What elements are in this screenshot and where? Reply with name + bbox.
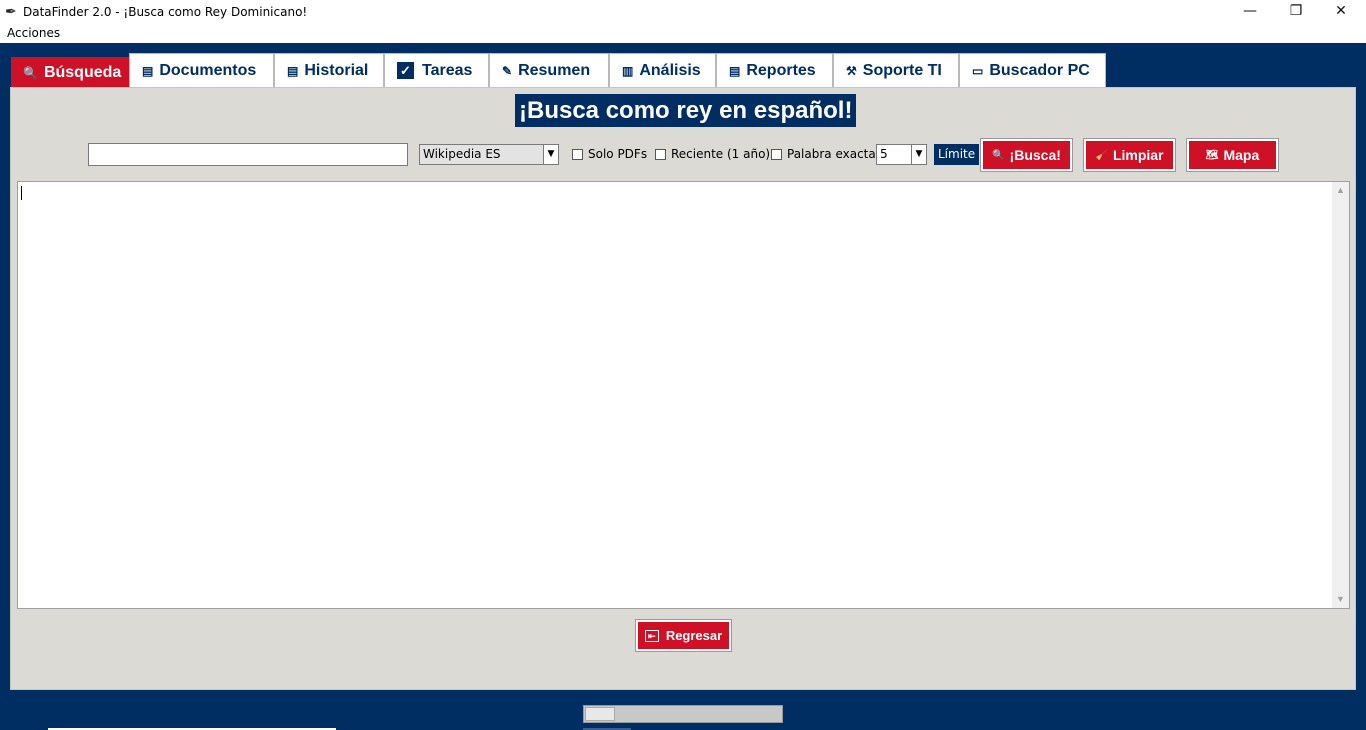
- maximize-button[interactable]: ❐: [1273, 0, 1319, 24]
- broom-icon: 🧹: [1095, 149, 1108, 161]
- solo-pdfs-checkbox[interactable]: Solo PDFs: [572, 147, 647, 161]
- tab-busqueda[interactable]: 🔍 Búsqueda: [11, 57, 129, 88]
- tab-resumen[interactable]: ✎ Resumen: [489, 53, 609, 87]
- window-title: DataFinder 2.0 - ¡Busca como Rey Dominic…: [23, 5, 308, 19]
- menu-acciones[interactable]: Acciones: [7, 26, 60, 40]
- checkbox-label: Solo PDFs: [588, 147, 648, 161]
- chevron-down-icon[interactable]: ▼: [543, 145, 558, 164]
- button-label: Regresar: [665, 628, 723, 643]
- tab-historial[interactable]: ▤ Historial: [274, 53, 384, 87]
- checkbox-box[interactable]: [771, 148, 782, 160]
- palabra-exacta-checkbox[interactable]: Palabra exacta: [771, 147, 876, 161]
- checkbox-label: Reciente (1 año): [671, 147, 771, 161]
- button-label: Limpiar: [1112, 147, 1164, 163]
- tab-label: Buscador PC: [989, 61, 1090, 79]
- tab-label: Análisis: [639, 61, 701, 79]
- chart-icon: ▥: [622, 63, 634, 78]
- tab-label: Reportes: [746, 61, 816, 79]
- report-icon: ▤: [729, 63, 741, 78]
- limit-label: Límite: [934, 144, 980, 165]
- tab-tareas[interactable]: ✓ Tareas: [384, 53, 489, 87]
- close-button[interactable]: ✕: [1318, 0, 1364, 24]
- tab-label: Búsqueda: [43, 63, 122, 81]
- vertical-scrollbar[interactable]: ▲ ▼: [1332, 182, 1349, 608]
- chevron-down-icon[interactable]: ▼: [911, 145, 926, 164]
- tab-analisis[interactable]: ▥ Análisis: [609, 53, 716, 87]
- document-icon: ▤: [142, 63, 154, 78]
- search-icon: 🔍: [992, 149, 1005, 161]
- map-icon: 🗺: [1205, 149, 1219, 161]
- checkbox-label: Palabra exacta: [787, 147, 876, 161]
- text-caret: [21, 186, 22, 200]
- limit-value: 5: [880, 147, 888, 161]
- search-button[interactable]: 🔍 ¡Busca!: [980, 138, 1073, 172]
- tab-soporte-ti[interactable]: ⚒ Soporte TI: [833, 53, 959, 87]
- clear-button[interactable]: 🧹 Limpiar: [1083, 138, 1176, 172]
- computer-icon: ▭: [972, 63, 984, 78]
- source-select[interactable]: Wikipedia ES ▼: [419, 144, 559, 165]
- edit-icon: ✎: [502, 63, 513, 78]
- button-label: ¡Busca!: [1009, 147, 1061, 163]
- checkbox-box[interactable]: [572, 148, 583, 160]
- reciente-checkbox[interactable]: Reciente (1 año): [655, 147, 770, 161]
- chevron-up-icon[interactable]: ▲: [1332, 182, 1349, 199]
- back-button[interactable]: ⇤ Regresar: [635, 619, 732, 652]
- tab-reportes[interactable]: ▤ Reportes: [716, 53, 833, 87]
- search-panel: ¡Busca como rey en español! Wikipedia ES…: [10, 87, 1356, 690]
- tab-label: Soporte TI: [862, 61, 942, 79]
- tab-buscador-pc[interactable]: ▭ Buscador PC: [959, 53, 1106, 87]
- tools-icon: ⚒: [846, 63, 857, 78]
- main-area: 🔍 Búsqueda ▤ Documentos ▤ Historial ✓ Ta…: [0, 43, 1366, 730]
- horizontal-scrollbar[interactable]: [583, 705, 783, 723]
- checkbox-icon: ✓: [397, 62, 414, 79]
- limit-select[interactable]: 5 ▼: [876, 144, 927, 165]
- tab-label: Resumen: [518, 61, 591, 79]
- results-textarea[interactable]: ▲ ▼: [17, 181, 1350, 609]
- chevron-down-icon[interactable]: ▼: [1332, 591, 1349, 608]
- page-title: ¡Busca como rey en español!: [515, 94, 857, 127]
- tab-documentos[interactable]: ▤ Documentos: [129, 53, 274, 87]
- checkbox-box[interactable]: [655, 148, 666, 160]
- back-arrow-icon: ⇤: [644, 629, 659, 642]
- history-icon: ▤: [287, 63, 299, 78]
- scrollbar-thumb[interactable]: [585, 707, 615, 721]
- search-icon: 🔍: [23, 65, 38, 80]
- title-bar: ✒ DataFinder 2.0 - ¡Busca como Rey Domin…: [0, 0, 1366, 24]
- feather-icon: ✒: [5, 3, 17, 19]
- minimize-button[interactable]: —: [1227, 0, 1273, 24]
- tab-label: Documentos: [159, 61, 257, 79]
- menu-bar: Acciones: [0, 24, 1366, 43]
- tab-label: Historial: [304, 61, 369, 79]
- source-selected: Wikipedia ES: [423, 147, 501, 161]
- tab-label: Tareas: [422, 61, 473, 79]
- search-input[interactable]: [88, 143, 408, 166]
- map-button[interactable]: 🗺 Mapa: [1186, 138, 1279, 172]
- button-label: Mapa: [1223, 147, 1260, 163]
